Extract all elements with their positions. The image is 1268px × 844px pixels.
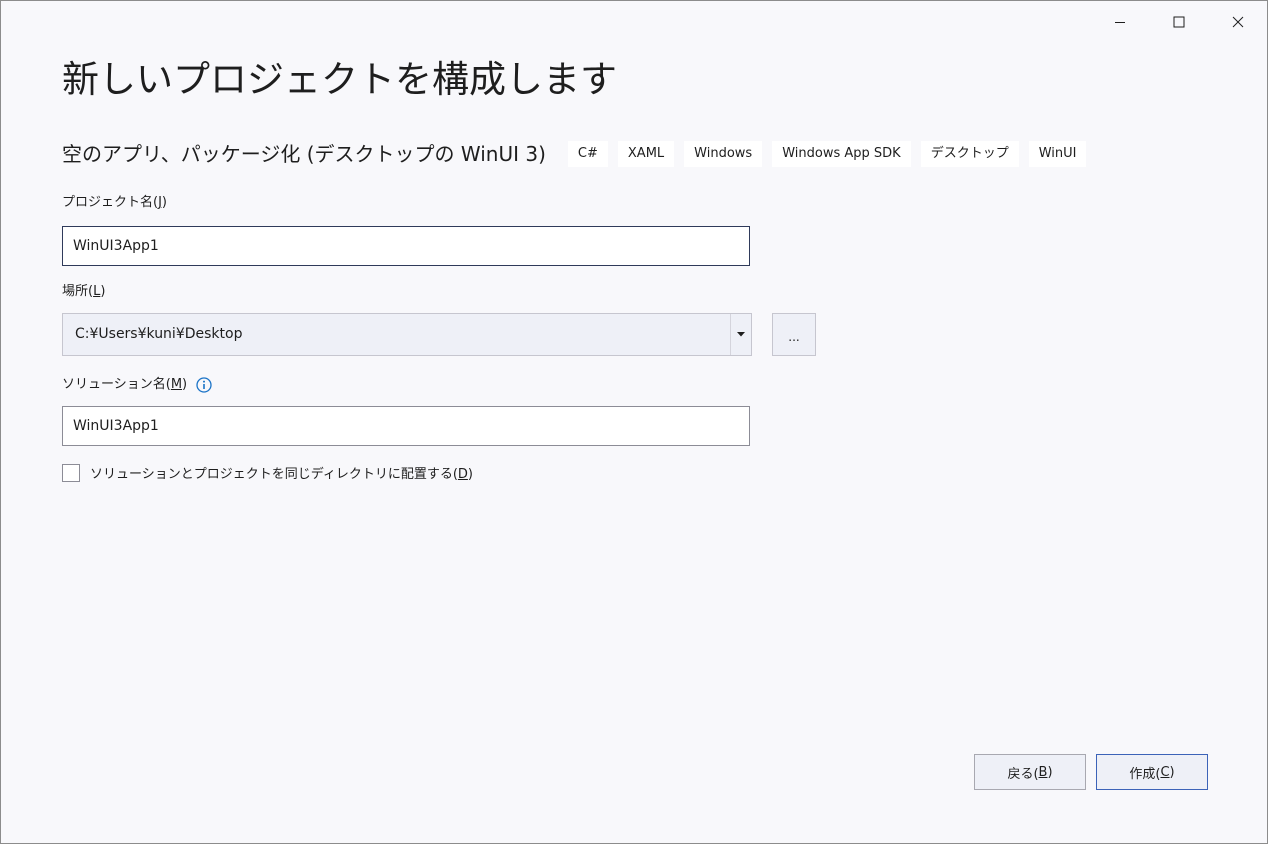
- solution-name-input[interactable]: WinUI3App1: [62, 406, 750, 446]
- tag-windows-app-sdk: Windows App SDK: [772, 141, 911, 167]
- template-info: 空のアプリ、パッケージ化 (デスクトップの WinUI 3) C# XAML W…: [62, 138, 1096, 170]
- location-dropdown-toggle[interactable]: [730, 314, 751, 355]
- location-accesskey: L: [93, 284, 101, 299]
- browse-button[interactable]: ...: [772, 313, 816, 356]
- location-value: C:¥Users¥kuni¥Desktop: [75, 326, 243, 342]
- tag-desktop: デスクトップ: [920, 141, 1019, 167]
- same-directory-option[interactable]: ソリューションとプロジェクトを同じディレクトリに配置する(D): [62, 463, 473, 482]
- project-name-label: プロジェクト名(J): [62, 195, 167, 210]
- same-directory-checkbox[interactable]: [62, 463, 80, 482]
- chevron-down-icon: [737, 332, 745, 337]
- caption-buttons: [1090, 1, 1267, 43]
- info-icon[interactable]: [196, 377, 212, 393]
- close-icon: [1232, 16, 1243, 28]
- configure-project-dialog: 新しいプロジェクトを構成します 空のアプリ、パッケージ化 (デスクトップの Wi…: [0, 0, 1268, 844]
- same-directory-label[interactable]: ソリューションとプロジェクトを同じディレクトリに配置する(D): [90, 463, 473, 482]
- tag-xaml: XAML: [617, 141, 675, 167]
- tag-windows: Windows: [684, 141, 763, 167]
- solution-name-accesskey: M: [170, 377, 183, 392]
- template-name: 空のアプリ、パッケージ化 (デスクトップの WinUI 3): [62, 142, 546, 166]
- maximize-button[interactable]: [1149, 1, 1208, 43]
- solution-name-label: ソリューション名(M): [62, 376, 212, 394]
- create-button[interactable]: 作成(C): [1096, 754, 1208, 790]
- location-combobox[interactable]: C:¥Users¥kuni¥Desktop: [62, 313, 752, 356]
- minimize-icon: [1114, 22, 1125, 23]
- location-label: 場所(L): [62, 284, 106, 299]
- tag-csharp: C#: [567, 141, 608, 167]
- project-name-input[interactable]: WinUI3App1: [62, 226, 750, 266]
- page-title: 新しいプロジェクトを構成します: [62, 58, 617, 101]
- back-button[interactable]: 戻る(B): [974, 754, 1086, 790]
- close-button[interactable]: [1208, 1, 1267, 43]
- minimize-button[interactable]: [1090, 1, 1149, 43]
- maximize-icon: [1173, 16, 1184, 28]
- tag-winui: WinUI: [1028, 141, 1087, 167]
